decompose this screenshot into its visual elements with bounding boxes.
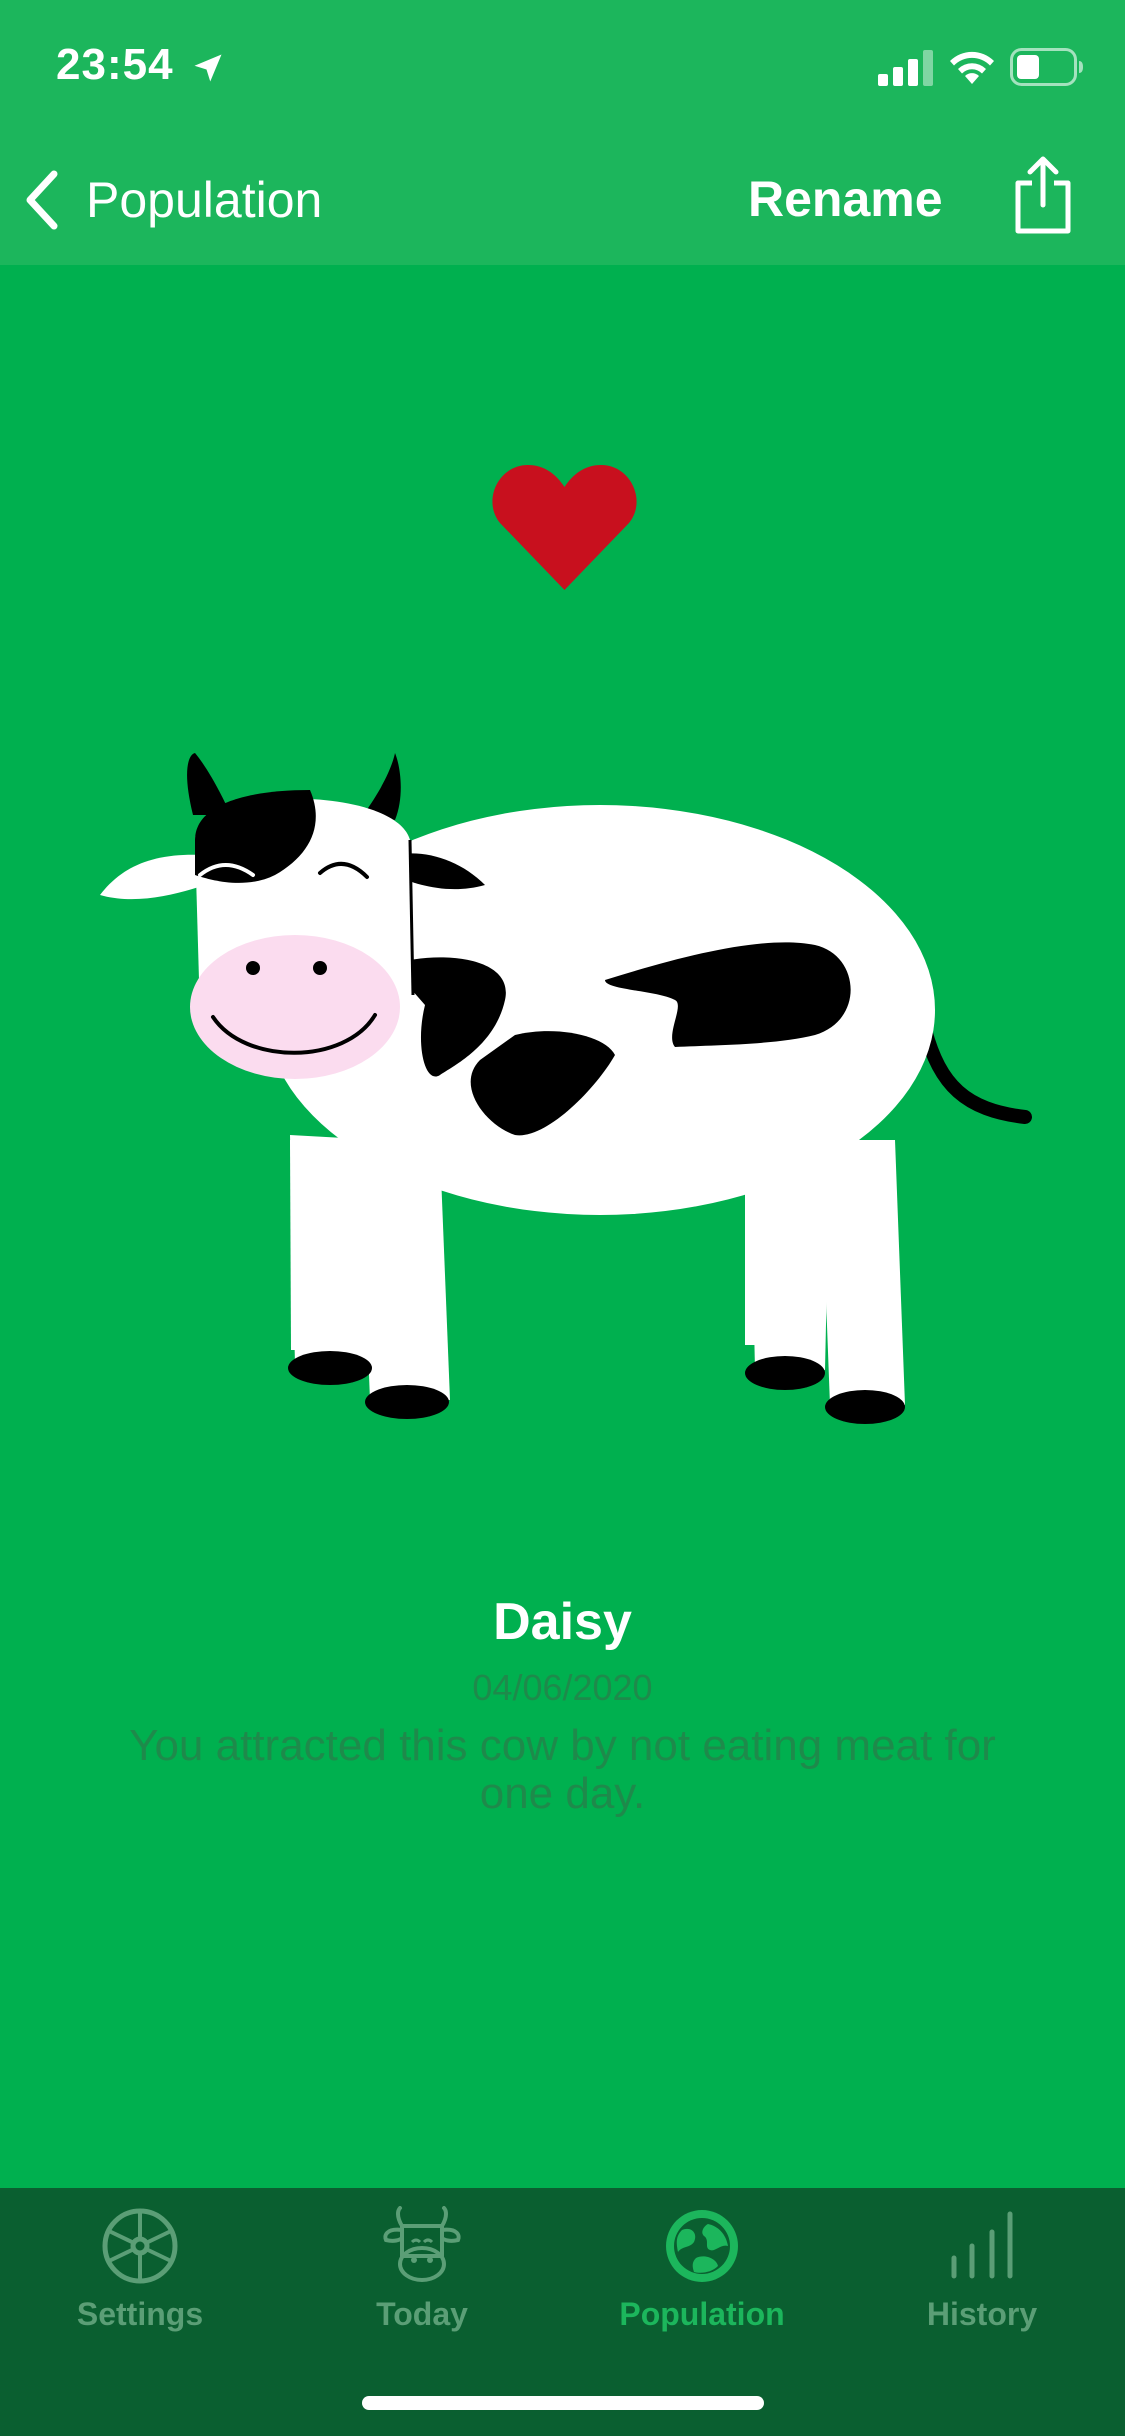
bar-chart-icon <box>951 2211 1013 2279</box>
share-icon[interactable] <box>1008 155 1078 235</box>
tab-settings[interactable]: Settings <box>40 2206 240 2356</box>
cow-illustration <box>100 753 1032 1424</box>
tab-history[interactable]: History <box>882 2206 1082 2356</box>
cow-face-icon <box>383 2206 461 2282</box>
status-time: 23:54 <box>56 40 174 89</box>
cow-name: Daisy <box>493 1593 632 1651</box>
cow-date: 04/06/2020 <box>472 1667 653 1708</box>
back-button[interactable]: Population <box>22 165 322 235</box>
location-arrow-icon <box>194 54 222 82</box>
rename-button[interactable]: Rename <box>748 170 943 228</box>
wifi-icon <box>950 51 994 84</box>
tab-population[interactable]: Population <box>602 2206 802 2356</box>
battery-icon <box>1010 48 1083 86</box>
home-indicator <box>362 2396 764 2410</box>
cow-description: You attracted this cow by not eating mea… <box>129 1721 996 1818</box>
heart-icon <box>492 465 637 590</box>
chevron-left-icon <box>26 170 58 230</box>
globe-icon <box>666 2210 738 2282</box>
tab-population-label: Population <box>619 2296 785 2332</box>
tab-settings-label: Settings <box>76 2296 204 2332</box>
tab-history-label: History <box>926 2296 1038 2332</box>
wheel-icon <box>102 2208 178 2284</box>
back-button-label: Population <box>86 172 323 228</box>
cellular-signal-icon <box>878 50 933 86</box>
tab-today[interactable]: Today <box>322 2206 522 2356</box>
tab-today-label: Today <box>376 2296 468 2332</box>
top-bar: 23:54 Population Rename <box>0 0 1125 265</box>
